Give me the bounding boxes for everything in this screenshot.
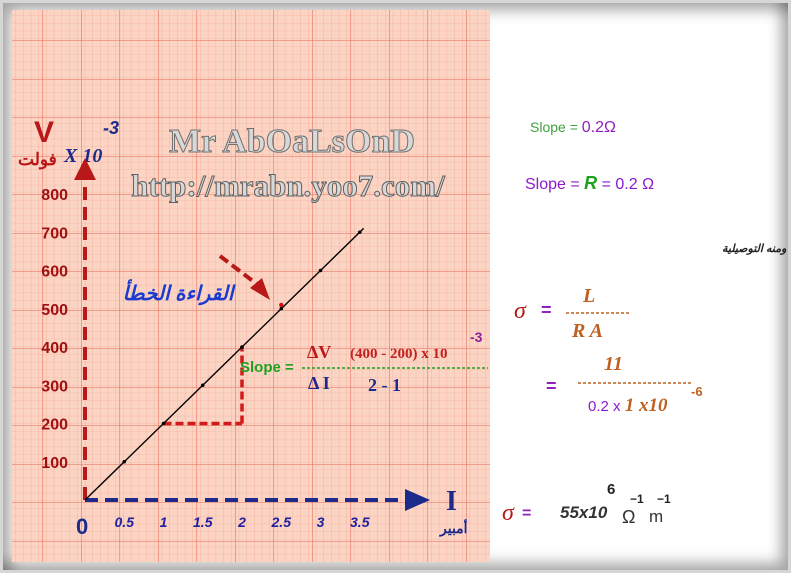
y-axis-exponent: -3 [103, 118, 119, 138]
final-unit-exponent: −1 [630, 492, 644, 506]
slope-values-numerator: (400 - 200) x 10 [350, 346, 448, 362]
origin-label: 0 [76, 514, 88, 539]
x-tick-label: 2.5 [271, 514, 292, 530]
data-point [200, 383, 205, 388]
data-point [318, 268, 323, 273]
slope-value: 0.2 [582, 119, 604, 136]
final-exponent: 6 [607, 481, 615, 498]
slope-value-line: Slope = 0.2Ω [530, 119, 616, 136]
data-point [240, 345, 244, 349]
x-tick-label: 1.5 [193, 514, 213, 530]
final-unit2: m [649, 507, 663, 526]
fraction2-exponent: -6 [691, 384, 703, 399]
wrong-reading-label: القراءة الخطأ [123, 279, 236, 306]
x-tick-label: 3.5 [350, 514, 370, 530]
data-point [279, 306, 284, 311]
x-tick-label: 0.5 [115, 514, 135, 530]
final-value: 55x10 [560, 503, 608, 522]
x-axis-unit: أمبير [439, 518, 468, 537]
fraction2-denominator: 0.2 x 1 x10 [588, 395, 668, 416]
slope-values-denominator: 2 - 1 [368, 375, 401, 395]
diagram-canvas: Mr AbOaLsOnD http://mrabn.yoo7.com/ V فو… [12, 10, 787, 562]
sigma-symbol-2: σ [502, 500, 515, 526]
y-tick-label: 200 [41, 417, 68, 434]
data-point [357, 230, 362, 235]
slope-numerator: ΔV [307, 342, 331, 362]
equals-3: = [522, 505, 531, 522]
y-tick-label: 300 [41, 378, 68, 395]
x-axis-symbol: I [446, 486, 457, 517]
watermark-url: http://mrabn.yoo7.com/ [131, 168, 445, 203]
conductivity-note: ومنه التوصيلية [722, 243, 787, 255]
y-tick-label: 500 [41, 302, 68, 319]
fraction2-numerator: 11 [604, 353, 623, 375]
slope-denominator: Δ I [308, 373, 330, 393]
y-tick-label: 600 [41, 264, 68, 281]
equals-2: = [546, 376, 557, 396]
y-tick-label: 700 [41, 225, 68, 242]
fraction1-denominator: R A [571, 320, 603, 342]
y-axis-unit: فولت [18, 150, 57, 170]
slope-values-exponent: -3 [470, 329, 483, 345]
x-tick-label: 1 [160, 514, 168, 530]
x-tick-label: 2 [237, 514, 246, 530]
final-unit: Ω [622, 507, 635, 527]
y-tick-label: 400 [41, 340, 68, 357]
resistance-symbol: R [584, 173, 597, 193]
fraction1-numerator: L [582, 285, 595, 307]
sigma-symbol-1: σ [514, 298, 527, 324]
equals-1: = [541, 300, 552, 320]
data-point [161, 421, 166, 426]
final-unit2-exponent: −1 [657, 492, 671, 506]
wrong-data-point [279, 302, 284, 308]
slope-label: Slope = [240, 359, 294, 376]
y-tick-label: 100 [41, 455, 68, 472]
watermark-name: Mr AbOaLsOnD [169, 123, 415, 160]
fraction2-denominator-part: 1 x10 [625, 395, 668, 416]
y-axis-symbol: V [34, 116, 54, 149]
ohm-unit: Ω [604, 119, 616, 136]
x-tick-label: 3 [317, 514, 325, 530]
data-point [122, 459, 127, 464]
y-tick-label: 800 [41, 187, 68, 204]
slope-r-line: Slope = R = 0.2 Ω [525, 173, 654, 193]
